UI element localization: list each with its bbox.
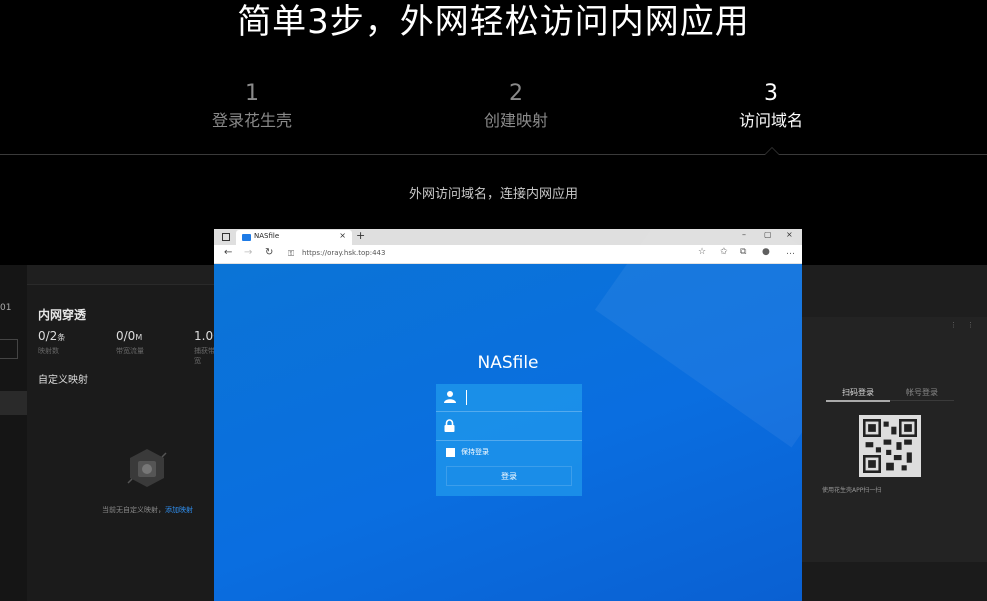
login-side-panel: ⋮⋮ 扫码登录 帐号登录 使用花生壳APP扫一扫 <box>802 265 987 601</box>
forward-icon[interactable]: → <box>244 247 252 258</box>
stat-unit: M <box>135 333 143 342</box>
step-1[interactable]: 1 登录花生壳 <box>162 80 342 132</box>
background-app-panel: 01 内网穿透 0/2条 映射数 0/0M 带宽流量 1.00 捕获带宽 自定义… <box>0 265 221 601</box>
step-number: 1 <box>245 81 259 106</box>
side-rail: 01 <box>0 265 27 601</box>
step-number: 2 <box>509 81 523 106</box>
stat-traffic: 0/0M 带宽流量 <box>116 329 144 356</box>
login-form: 保持登录 登录 <box>436 384 582 496</box>
address-url: https://oray.hsk.top:443 <box>302 249 386 257</box>
stat-label: 映射数 <box>38 347 59 355</box>
active-step-indicator <box>764 147 780 155</box>
panel-header <box>802 265 987 317</box>
steps-divider <box>0 154 987 155</box>
rail-text: 01 <box>0 303 12 313</box>
empty-state-text: 当前无自定义映射，添加映射 <box>102 505 193 515</box>
qr-code-icon <box>859 415 921 477</box>
browser-window: NASfile × + – ▢ × ← → ↻ ⚿ https://oray.h… <box>214 229 802 601</box>
active-tab-underline <box>826 400 890 402</box>
stat-value: 0/2 <box>38 329 58 343</box>
qr-login-tabs: 扫码登录 帐号登录 <box>826 387 954 402</box>
back-icon[interactable]: ← <box>224 247 232 258</box>
tab-favicon-icon <box>242 234 251 241</box>
stat-unit: 条 <box>57 333 66 342</box>
empty-state-message: 当前无自定义映射， <box>102 506 165 514</box>
qr-caption: 使用花生壳APP扫一扫 <box>822 487 882 494</box>
lock-icon: ⚿ <box>288 249 295 258</box>
rail-input <box>0 339 18 359</box>
window-menu-icon[interactable] <box>222 233 230 241</box>
tab-close-icon[interactable]: × <box>339 231 346 240</box>
custom-mapping-heading: 自定义映射 <box>38 375 88 386</box>
tab-account-login[interactable]: 帐号登录 <box>906 387 938 398</box>
user-icon <box>444 390 456 407</box>
step-3[interactable]: 3 访问域名 <box>681 80 861 132</box>
step-label: 登录花生壳 <box>211 111 292 130</box>
step-label: 访问域名 <box>738 111 803 130</box>
stat-value: 0/0 <box>116 329 136 343</box>
panel-menu-icon[interactable]: ⋮⋮ <box>950 321 984 329</box>
keep-login-label: 保持登录 <box>461 448 489 456</box>
keep-login-checkbox[interactable]: 保持登录 <box>446 447 489 457</box>
add-mapping-link[interactable]: 添加映射 <box>165 506 193 514</box>
empty-state-icon <box>127 449 167 487</box>
new-tab-button[interactable]: + <box>356 229 365 242</box>
app-title: NASfile <box>477 353 539 373</box>
text-cursor <box>466 390 467 405</box>
panel-footer <box>802 562 987 601</box>
username-field[interactable] <box>436 384 582 412</box>
browser-tab[interactable]: NASfile × <box>236 230 352 245</box>
page-headline: 简单3步，外网轻松访问内网应用 <box>237 2 750 42</box>
step-number: 3 <box>764 81 778 106</box>
stat-mappings: 0/2条 映射数 <box>38 329 65 356</box>
page-viewport: NASfile 保持登录 登录 <box>214 229 802 601</box>
password-field[interactable] <box>436 413 582 441</box>
step-description: 外网访问域名，连接内网应用 <box>408 187 578 202</box>
checkbox-box[interactable] <box>446 447 455 457</box>
panel-title: 内网穿透 <box>38 308 87 322</box>
stat-label: 带宽流量 <box>116 347 144 355</box>
lock-icon <box>444 419 455 436</box>
app-topbar <box>27 265 214 285</box>
steps-bar: 1 登录花生壳 2 创建映射 3 访问域名 <box>0 80 987 140</box>
login-button[interactable]: 登录 <box>446 466 572 486</box>
rail-selected-item <box>0 391 27 415</box>
refresh-icon[interactable]: ↻ <box>265 247 273 258</box>
tab-scan-login[interactable]: 扫码登录 <box>842 387 874 398</box>
step-2[interactable]: 2 创建映射 <box>426 80 606 132</box>
step-label: 创建映射 <box>483 111 548 130</box>
tab-title: NASfile <box>254 232 280 240</box>
